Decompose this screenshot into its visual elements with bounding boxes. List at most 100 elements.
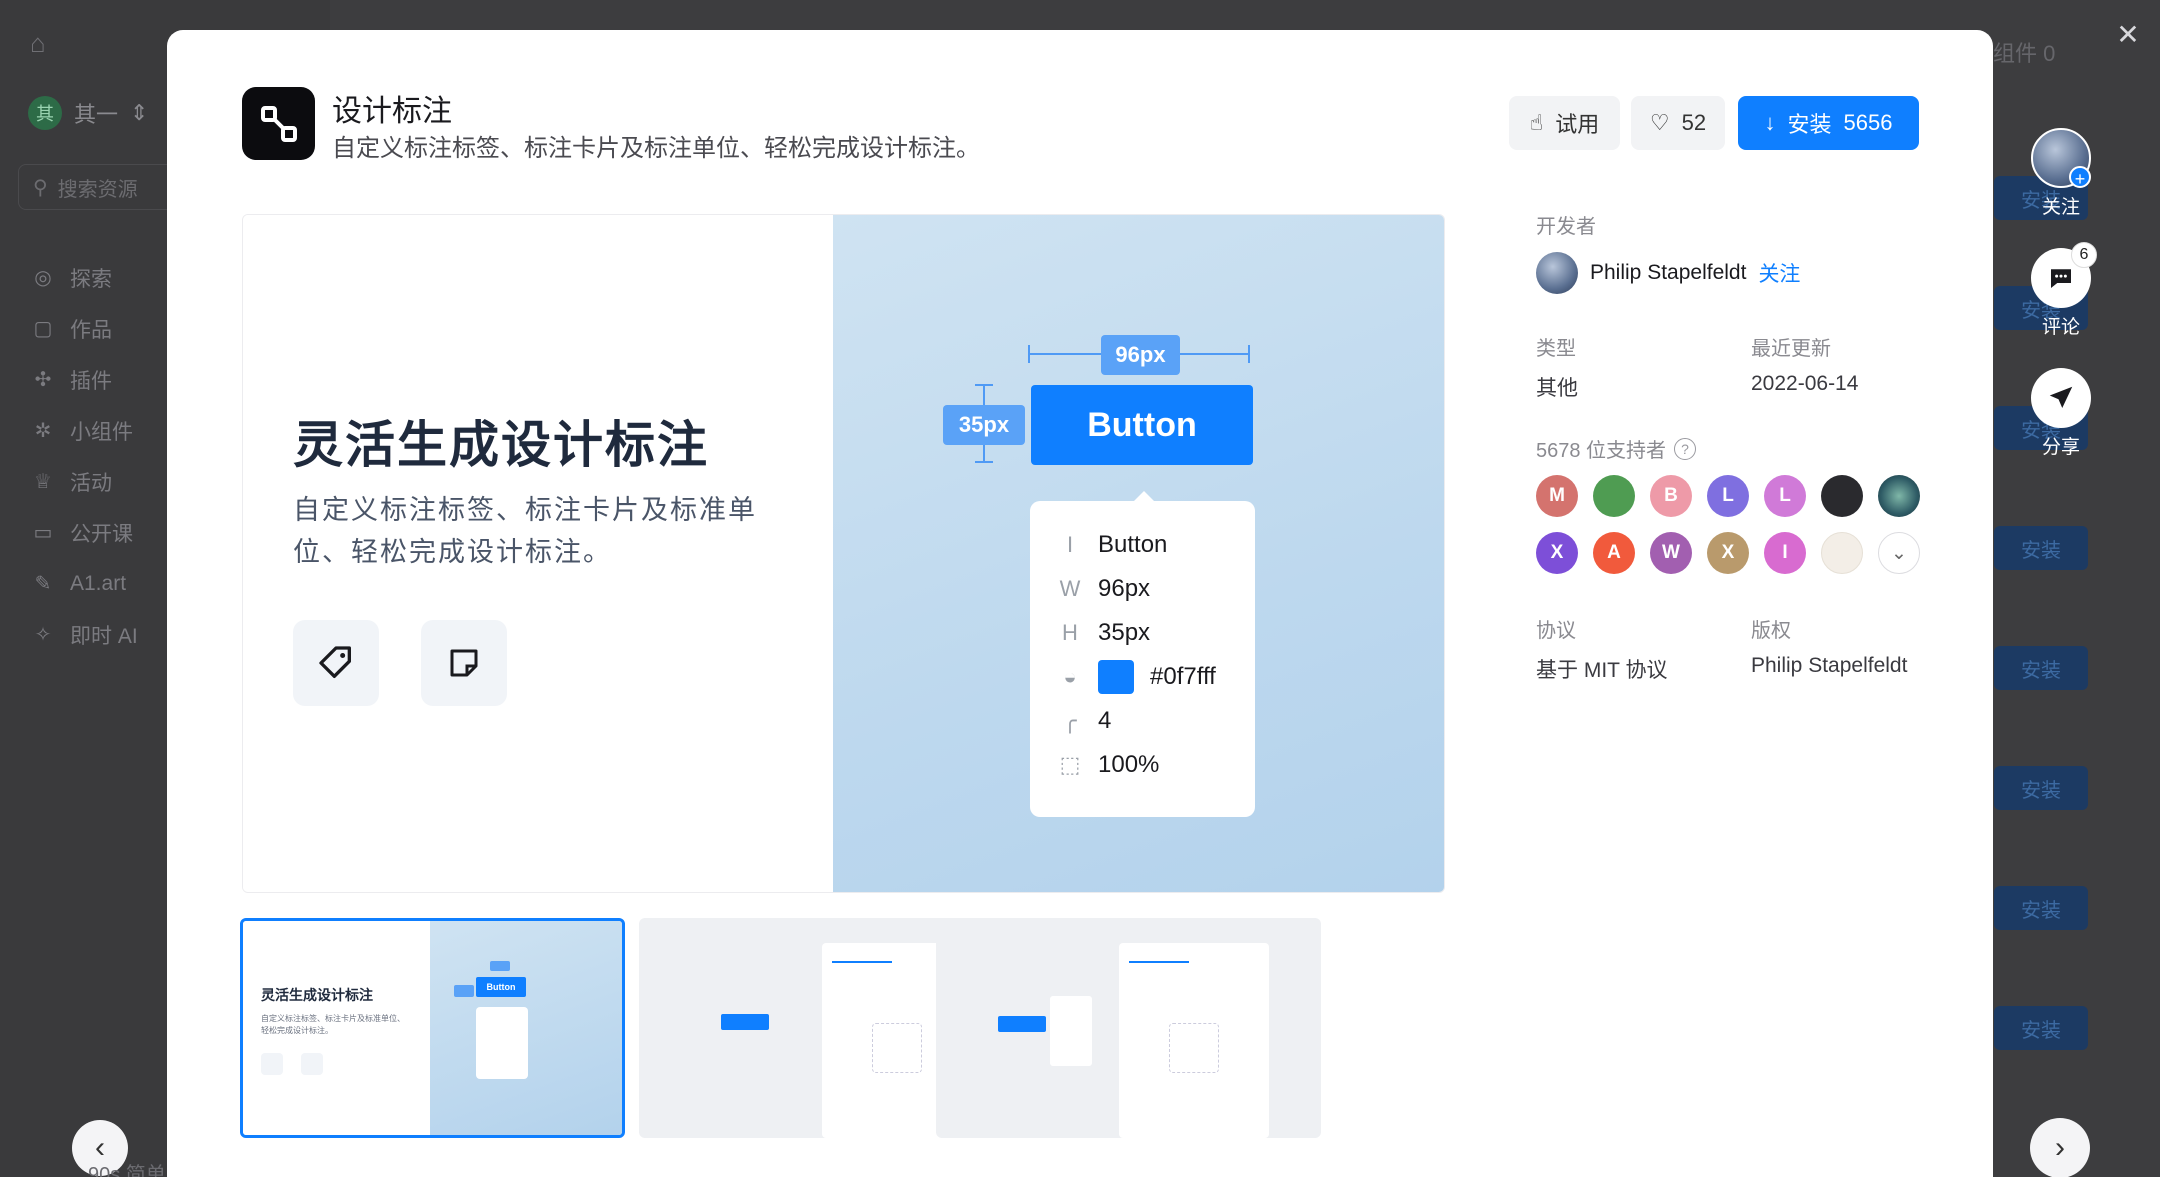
close-icon[interactable]: ✕: [2112, 18, 2144, 50]
background-item-label: 90s 简单: [88, 1164, 166, 1177]
background-install-button: 安装: [1994, 646, 2088, 690]
license-label: 协议: [1536, 620, 1576, 642]
card-value: 35px: [1098, 619, 1151, 646]
follow-link[interactable]: 关注: [1758, 258, 1800, 288]
card-row-width: W 96px: [1058, 567, 1227, 611]
thumbnail-demo-button: Button: [476, 977, 526, 997]
send-icon: [2049, 386, 2073, 408]
team-name: 其一: [74, 102, 119, 127]
thumbnail-mini-card: [1050, 996, 1092, 1066]
next-plugin-button[interactable]: ›: [2030, 1118, 2090, 1177]
background-install-button: 安装: [1994, 526, 2088, 570]
like-button[interactable]: ♡ 52: [1631, 96, 1725, 150]
type-label: 类型: [1536, 338, 1576, 360]
more-supporters-button[interactable]: ⌄: [1878, 532, 1920, 574]
main-preview-image: 灵活生成设计标注 自定义标注标签、标注卡片及标准单位、轻松完成设计标注。 96p…: [242, 214, 1445, 893]
card-value: 100%: [1098, 751, 1160, 778]
comment-action[interactable]: 6 评论: [2030, 242, 2097, 339]
preview-subtitle: 自定义标注标签、标注卡片及标准单位、轻松完成设计标注。: [293, 495, 757, 567]
comment-action-label: 评论: [2041, 317, 2080, 338]
share-action-label: 分享: [2041, 437, 2080, 458]
thumbnail-mini-button: [998, 1016, 1046, 1032]
help-icon[interactable]: ?: [1674, 437, 1697, 460]
supporter-avatar[interactable]: B: [1650, 475, 1692, 517]
share-action[interactable]: 分享: [2030, 368, 2092, 459]
comment-button[interactable]: 6: [2031, 242, 2097, 308]
cursor-click-icon: ☝: [1529, 110, 1544, 135]
supporter-avatar[interactable]: X: [1707, 532, 1749, 574]
supporter-avatar[interactable]: M: [1536, 475, 1578, 517]
corner-radius-icon: ╭: [1063, 708, 1077, 733]
sticky-note-icon: [450, 649, 478, 677]
supporter-avatar[interactable]: [1821, 475, 1863, 517]
supporter-avatar[interactable]: [1593, 475, 1635, 517]
plugin-logo: [242, 87, 315, 160]
developer-avatar: +: [2031, 128, 2091, 189]
comment-icon: [2051, 269, 2071, 288]
plugin-detail-modal: 设计标注 自定义标注标签、标注卡片及标注单位、轻松完成设计标注。 ☝ 试用 ♡ …: [167, 30, 1993, 1177]
sidebar-item-label: 作品: [70, 318, 112, 342]
follow-action-label: 关注: [2041, 197, 2080, 218]
card-value: Button: [1098, 531, 1168, 558]
text-cursor-icon: I: [1066, 532, 1074, 557]
background-install-button: 安装: [1994, 1006, 2088, 1050]
developer-name[interactable]: Philip Stapelfeldt: [1590, 261, 1746, 285]
team-switcher[interactable]: 其 其一 ⇕: [28, 96, 148, 130]
chevron-down-icon: ⌄: [1891, 542, 1907, 564]
compass-icon: ◎: [34, 267, 52, 289]
share-button[interactable]: [2031, 368, 2091, 428]
team-avatar: 其: [28, 96, 62, 130]
sidebar-item-explore[interactable]: ◎ 探索: [30, 252, 138, 303]
plugin-title: 设计标注: [332, 95, 452, 128]
supporter-avatar[interactable]: L: [1707, 475, 1749, 517]
card-row-radius: ╭ 4: [1058, 699, 1227, 743]
background-install-button: 安装: [1994, 886, 2088, 930]
sidebar-item-a1art[interactable]: ✎ A1.art: [30, 558, 138, 609]
thumbnail-3[interactable]: [936, 918, 1321, 1138]
sidebar-item-works[interactable]: ▢ 作品: [30, 303, 138, 354]
supporter-avatar[interactable]: I: [1764, 532, 1806, 574]
sidebar-item-label: A1.art: [70, 571, 127, 595]
thumbnail-demo-panel: Button: [430, 921, 622, 1135]
try-button[interactable]: ☝ 试用: [1509, 96, 1620, 150]
thumbnail-1[interactable]: 灵活生成设计标注 自定义标注标签、标注卡片及标准单位、轻松完成设计标注。 But…: [240, 918, 625, 1138]
card-value: #0f7fff: [1150, 663, 1216, 690]
home-icon[interactable]: ⌂: [30, 28, 60, 58]
thumbnail-text-panel: 灵活生成设计标注 自定义标注标签、标注卡片及标准单位、轻松完成设计标注。: [243, 921, 430, 1135]
supporter-avatar[interactable]: A: [1593, 532, 1635, 574]
background-component-count: 组件 0: [1993, 41, 2056, 66]
sparkle-icon: ✧: [34, 624, 52, 646]
install-button[interactable]: ↓ 安装 5656: [1738, 96, 1919, 150]
supporter-avatar[interactable]: [1821, 532, 1863, 574]
tag-icon: [319, 646, 351, 678]
supporter-avatar[interactable]: X: [1536, 532, 1578, 574]
thumbnail-box-model: [1169, 1023, 1219, 1073]
card-value: 4: [1098, 707, 1112, 734]
thumbnail-plugin-panel: [1119, 943, 1269, 1138]
developer-avatar-small[interactable]: [1536, 252, 1578, 294]
follow-action[interactable]: + 关注: [2030, 128, 2092, 219]
sidebar-item-instant-ai[interactable]: ✧ 即时 AI: [30, 609, 138, 660]
card-row-name: I Button: [1058, 523, 1227, 567]
demo-button: Button: [1031, 385, 1253, 465]
thumbnail-tab-indicator: [832, 961, 892, 963]
updated-label: 最近更新: [1751, 338, 1831, 360]
supporter-avatar[interactable]: [1878, 475, 1920, 517]
tag-icon-tile: [293, 620, 379, 706]
sidebar-item-events[interactable]: ♕ 活动: [30, 456, 138, 507]
height-dimension-label: 35px: [943, 405, 1025, 445]
card-row-height: H 35px: [1058, 611, 1227, 655]
supporter-avatar[interactable]: L: [1764, 475, 1806, 517]
chevron-updown-icon: ⇕: [130, 100, 149, 125]
thumbnail-headline: 灵活生成设计标注: [261, 987, 373, 1003]
sidebar-item-plugins[interactable]: ✣ 插件: [30, 354, 138, 405]
note-icon-tile: [421, 620, 507, 706]
search-icon: ⚲: [33, 176, 48, 199]
sidebar-item-label: 小组件: [70, 420, 133, 444]
supporter-avatar[interactable]: W: [1650, 532, 1692, 574]
sidebar-item-widgets[interactable]: ✲ 小组件: [30, 405, 138, 456]
color-swatch: [1098, 660, 1134, 694]
heart-icon: ♡: [1649, 110, 1670, 135]
puzzle-icon: ✣: [34, 369, 52, 391]
sidebar-item-courses[interactable]: ▭ 公开课: [30, 507, 138, 558]
